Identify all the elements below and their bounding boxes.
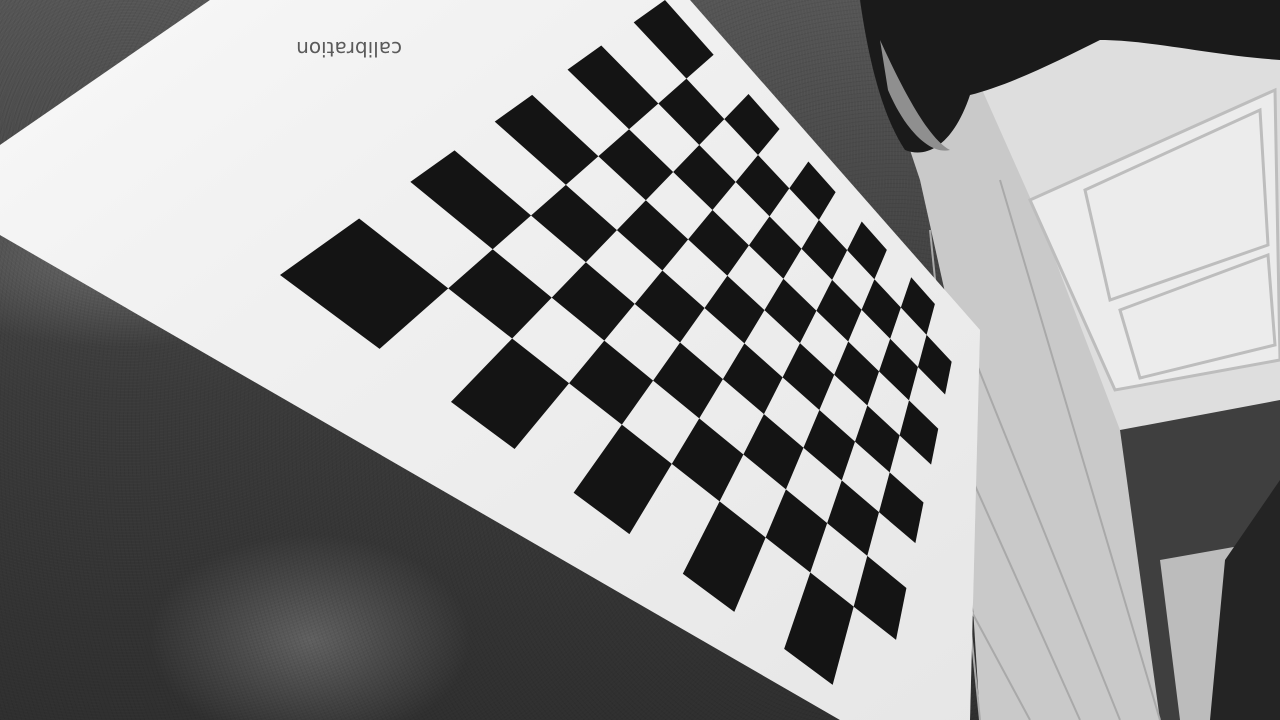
scene-svg: calibration (0, 0, 1280, 720)
photo-scene: calibration (0, 0, 1280, 720)
calibration-text: calibration (296, 37, 402, 61)
